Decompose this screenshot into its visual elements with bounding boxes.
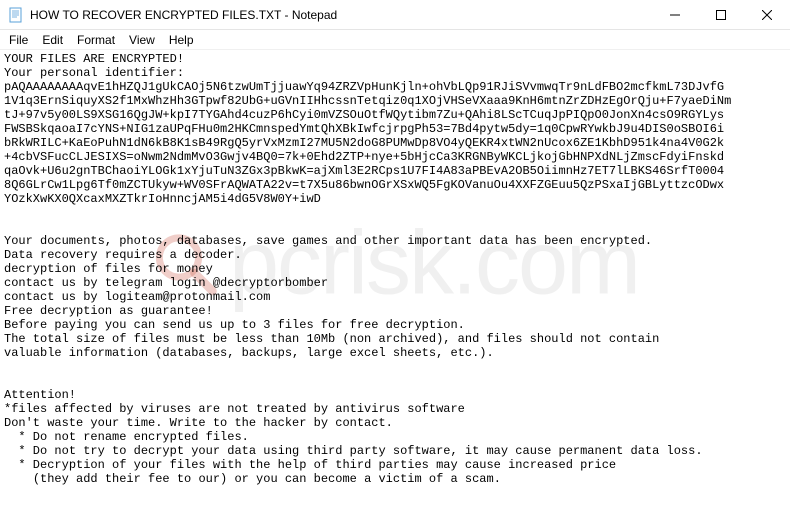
line-files-encrypted: YOUR FILES ARE ENCRYPTED! [4, 52, 184, 66]
minimize-button[interactable] [652, 0, 698, 30]
close-button[interactable] [744, 0, 790, 30]
menu-file[interactable]: File [2, 32, 35, 48]
identifier-block: pAQAAAAAAAAqvE1hHZQJ1gUkCAOj5N6tzwUmTjju… [4, 80, 731, 206]
menu-help[interactable]: Help [162, 32, 201, 48]
section-main: Your documents, photos, databases, save … [4, 234, 659, 360]
section-attention-header: Attention! [4, 388, 76, 402]
notepad-icon [8, 7, 24, 23]
menu-edit[interactable]: Edit [35, 32, 70, 48]
line-personal-identifier: Your personal identifier: [4, 66, 184, 80]
menu-format[interactable]: Format [70, 32, 122, 48]
text-area[interactable]: YOUR FILES ARE ENCRYPTED! Your personal … [0, 50, 790, 488]
menu-view[interactable]: View [122, 32, 162, 48]
menubar: File Edit Format View Help [0, 30, 790, 50]
maximize-button[interactable] [698, 0, 744, 30]
window-title: HOW TO RECOVER ENCRYPTED FILES.TXT - Not… [30, 8, 337, 22]
section-attention: *files affected by viruses are not treat… [4, 402, 703, 486]
titlebar: HOW TO RECOVER ENCRYPTED FILES.TXT - Not… [0, 0, 790, 30]
